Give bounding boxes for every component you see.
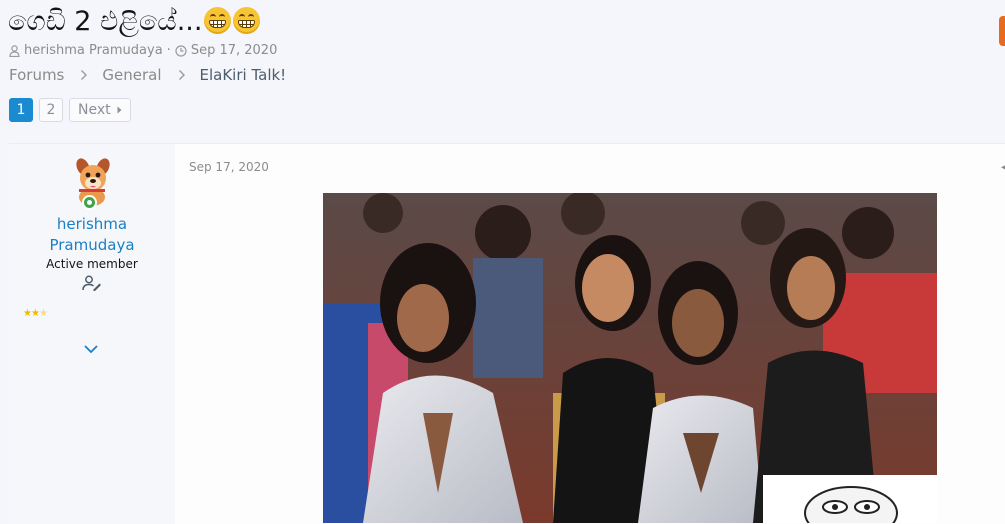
- caret-right-icon: [117, 102, 122, 118]
- thread-author-link[interactable]: herishma Pramudaya: [24, 43, 163, 58]
- post-container: herishma Pramudaya Active member ★★★ Sep…: [9, 143, 1005, 524]
- pagination: 1 2 Next: [9, 98, 131, 122]
- online-status-icon: [82, 195, 97, 210]
- user-edit-icon: [82, 275, 102, 295]
- post-username[interactable]: herishma Pramudaya: [9, 214, 175, 256]
- breadcrumb-elakiri-talk[interactable]: ElaKiri Talk!: [200, 66, 287, 84]
- post-image[interactable]: [323, 193, 937, 523]
- meta-separator: ·: [166, 43, 171, 58]
- clock-icon: [175, 44, 187, 57]
- post-date[interactable]: Sep 17, 2020: [189, 160, 269, 174]
- next-page-label: Next: [78, 102, 111, 118]
- grinning-face-icon: [204, 7, 232, 34]
- post-corner-mark: ◂: [1000, 162, 1005, 173]
- thread-meta: herishma Pramudaya · Sep 17, 2020: [9, 43, 277, 58]
- username-last: Pramudaya: [49, 236, 135, 254]
- thread-date[interactable]: Sep 17, 2020: [191, 43, 278, 58]
- thread-title-text: ගෙඩි 2 එළියේ...: [8, 6, 203, 37]
- next-page-button[interactable]: Next: [69, 98, 131, 122]
- chevron-right-icon: [178, 69, 186, 81]
- breadcrumb-forums[interactable]: Forums: [9, 66, 64, 84]
- post-user-column: herishma Pramudaya Active member ★★★: [9, 144, 175, 524]
- user-title: Active member: [46, 257, 138, 271]
- breadcrumb-general[interactable]: General: [102, 66, 161, 84]
- grinning-face-icon: [233, 7, 261, 34]
- half-star-icon: ★: [38, 308, 48, 319]
- header-action-tab[interactable]: [999, 16, 1005, 46]
- page-title: ගෙඩි 2 එළියේ...: [8, 2, 261, 42]
- star-icon: ★: [23, 308, 32, 319]
- username-first: herishma: [56, 215, 128, 233]
- breadcrumb: Forums General ElaKiri Talk!: [9, 66, 286, 84]
- page-2-button[interactable]: 2: [39, 98, 63, 122]
- chevron-right-icon: [80, 69, 88, 81]
- chevron-down-icon[interactable]: [83, 339, 99, 358]
- page-1-button[interactable]: 1: [9, 98, 33, 122]
- star-icon: ★: [30, 308, 40, 319]
- user-icon: [9, 44, 20, 57]
- rating-stars: ★★★: [23, 308, 48, 319]
